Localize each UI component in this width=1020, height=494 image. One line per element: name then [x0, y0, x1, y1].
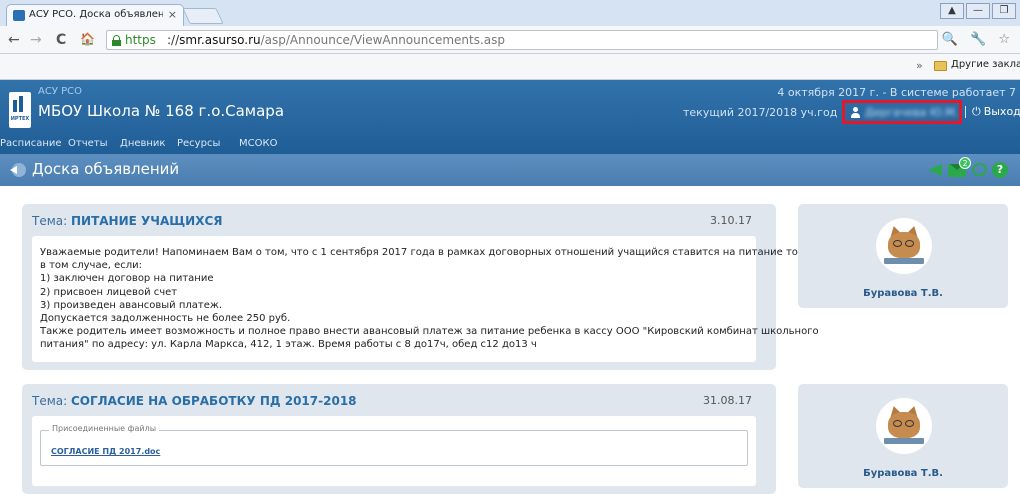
- window-controls: ▲ — ❐: [940, 3, 1016, 19]
- forward-arrow-icon[interactable]: →: [30, 32, 42, 48]
- announcement-text-line: в том случае, если:: [40, 260, 143, 272]
- other-bookmarks-link[interactable]: Другие закладки: [951, 59, 1020, 70]
- announcement-subject: Тема: ПИТАНИЕ УЧАЩИХСЯ: [32, 214, 223, 228]
- window-profile-button[interactable]: ▲: [940, 3, 964, 19]
- back-arrow-icon[interactable]: ←: [8, 32, 20, 48]
- announcement-text-line: Допускается задолженность не более 250 р…: [40, 313, 291, 325]
- tab-title: АСУ РСО. Доска объявлений: [29, 9, 163, 20]
- folder-icon: [934, 61, 947, 71]
- announcement-card: Тема: СОГЛАСИЕ НА ОБРАБОТКУ ПД 2017-2018…: [22, 384, 776, 494]
- main-nav: Расписание Отчеты Дневник Ресурсы МСОКО: [0, 136, 1020, 154]
- author-name[interactable]: Буравова Т.В.: [798, 468, 1008, 479]
- nav-diary[interactable]: Дневник: [120, 138, 165, 149]
- site-header: ИРТЕХ АСУ РСО МБОУ Школа № 168 г.о.Самар…: [0, 80, 1020, 154]
- logout-button[interactable]: ⏻ Выход: [972, 105, 1020, 119]
- help-icon[interactable]: ?: [992, 162, 1008, 178]
- megaphone-icon[interactable]: [928, 163, 944, 177]
- announcement-body: Уважаемые родители! Напоминаем Вам о том…: [32, 236, 823, 362]
- new-tab-button[interactable]: [182, 8, 224, 24]
- reload-icon[interactable]: C: [56, 32, 66, 48]
- zoom-wrench-star-icons[interactable]: 🔍 🔧 ☆: [942, 32, 1014, 47]
- chat-icon[interactable]: [972, 163, 987, 176]
- attached-files: Присоединенные файлы СОГЛАСИЕ ПД 2017.do…: [40, 424, 748, 466]
- announcement-card: Тема: ПИТАНИЕ УЧАЩИХСЯ 3.10.17 Уважаемые…: [22, 204, 823, 370]
- page-title: Доска объявлений: [32, 160, 180, 178]
- user-icon: [851, 107, 860, 118]
- restore-button[interactable]: ❐: [992, 3, 1016, 19]
- home-icon[interactable]: 🏠: [80, 32, 95, 46]
- current-user-link[interactable]: Дергачева Ю.М.: [842, 100, 962, 124]
- announcement-text-line: Уважаемые родители! Напоминаем Вам о том…: [40, 247, 823, 258]
- title-toolbar: 2 ?: [910, 157, 1020, 179]
- system-name: АСУ РСО: [38, 86, 82, 97]
- nav-resources[interactable]: Ресурсы: [177, 138, 220, 149]
- irtech-logo: ИРТЕХ: [9, 92, 31, 128]
- close-tab-icon[interactable]: ×: [168, 8, 177, 21]
- back-icon[interactable]: [10, 163, 26, 177]
- author-name[interactable]: Буравова Т.В.: [798, 288, 1008, 299]
- author-card: Буравова Т.В.: [798, 204, 1008, 308]
- favicon-icon: [13, 10, 25, 21]
- announcement-date: 31.08.17: [703, 394, 752, 407]
- author-avatar: [876, 218, 932, 274]
- address-toolbar: ← → C 🏠 https ://smr.asurso.ru/asp/Annou…: [0, 26, 1020, 54]
- url-text: ://smr.asurso.ru/asp/Announce/ViewAnnoun…: [167, 33, 506, 47]
- bookmarks-bar: » Другие закладки: [0, 54, 1020, 80]
- announcement-text-line: питания" по адресу: ул. Карла Маркса, 41…: [40, 339, 537, 351]
- school-name: МБОУ Школа № 168 г.о.Самара: [38, 102, 285, 120]
- nav-reports[interactable]: Отчеты: [68, 138, 107, 149]
- announcement-body: Присоединенные файлы СОГЛАСИЕ ПД 2017.do…: [32, 416, 756, 486]
- nav-msoko[interactable]: МСОКО: [239, 138, 277, 149]
- url-scheme: https: [125, 33, 156, 47]
- author-card: Буравова Т.В.: [798, 384, 1008, 488]
- announcement-text-line: 1) заключен договор на питание: [40, 273, 214, 285]
- school-year[interactable]: текущий 2017/2018 уч.год: [683, 106, 837, 119]
- browser-tabstrip: АСУ РСО. Доска объявлений × ▲ — ❐: [0, 0, 1020, 26]
- announcement-text-line: 3) произведен авансовый платеж.: [40, 299, 223, 311]
- date-status: 4 октября 2017 г. - В системе работает 7: [777, 86, 1016, 99]
- header-divider: [965, 106, 966, 118]
- announcement-text-line: 2) присвоен лицевой счет: [40, 286, 178, 298]
- url-input[interactable]: https ://smr.asurso.ru/asp/Announce/View…: [106, 30, 938, 50]
- attached-files-legend: Присоединенные файлы: [49, 424, 160, 433]
- announcement-text-line: Также родитель имеет возможность и полно…: [40, 326, 819, 338]
- power-icon: ⏻: [972, 105, 981, 118]
- bookmarks-more-icon[interactable]: »: [916, 59, 923, 72]
- browser-tab[interactable]: АСУ РСО. Доска объявлений ×: [6, 4, 184, 26]
- file-link[interactable]: СОГЛАСИЕ ПД 2017.doc: [51, 447, 160, 456]
- unread-badge: 2: [959, 157, 971, 169]
- nav-schedule[interactable]: Расписание: [0, 138, 62, 149]
- user-name: Дергачева Ю.М.: [865, 106, 959, 119]
- author-avatar: [876, 398, 932, 454]
- announcements-area: Тема: ПИТАНИЕ УЧАЩИХСЯ 3.10.17 Уважаемые…: [0, 186, 1020, 494]
- page-title-bar: Доска объявлений 2 ?: [0, 154, 1020, 186]
- announcement-subject: Тема: СОГЛАСИЕ НА ОБРАБОТКУ ПД 2017-2018: [32, 394, 357, 408]
- lock-icon: [112, 35, 121, 46]
- announcement-date: 3.10.17: [710, 214, 752, 227]
- minimize-button[interactable]: —: [966, 3, 990, 19]
